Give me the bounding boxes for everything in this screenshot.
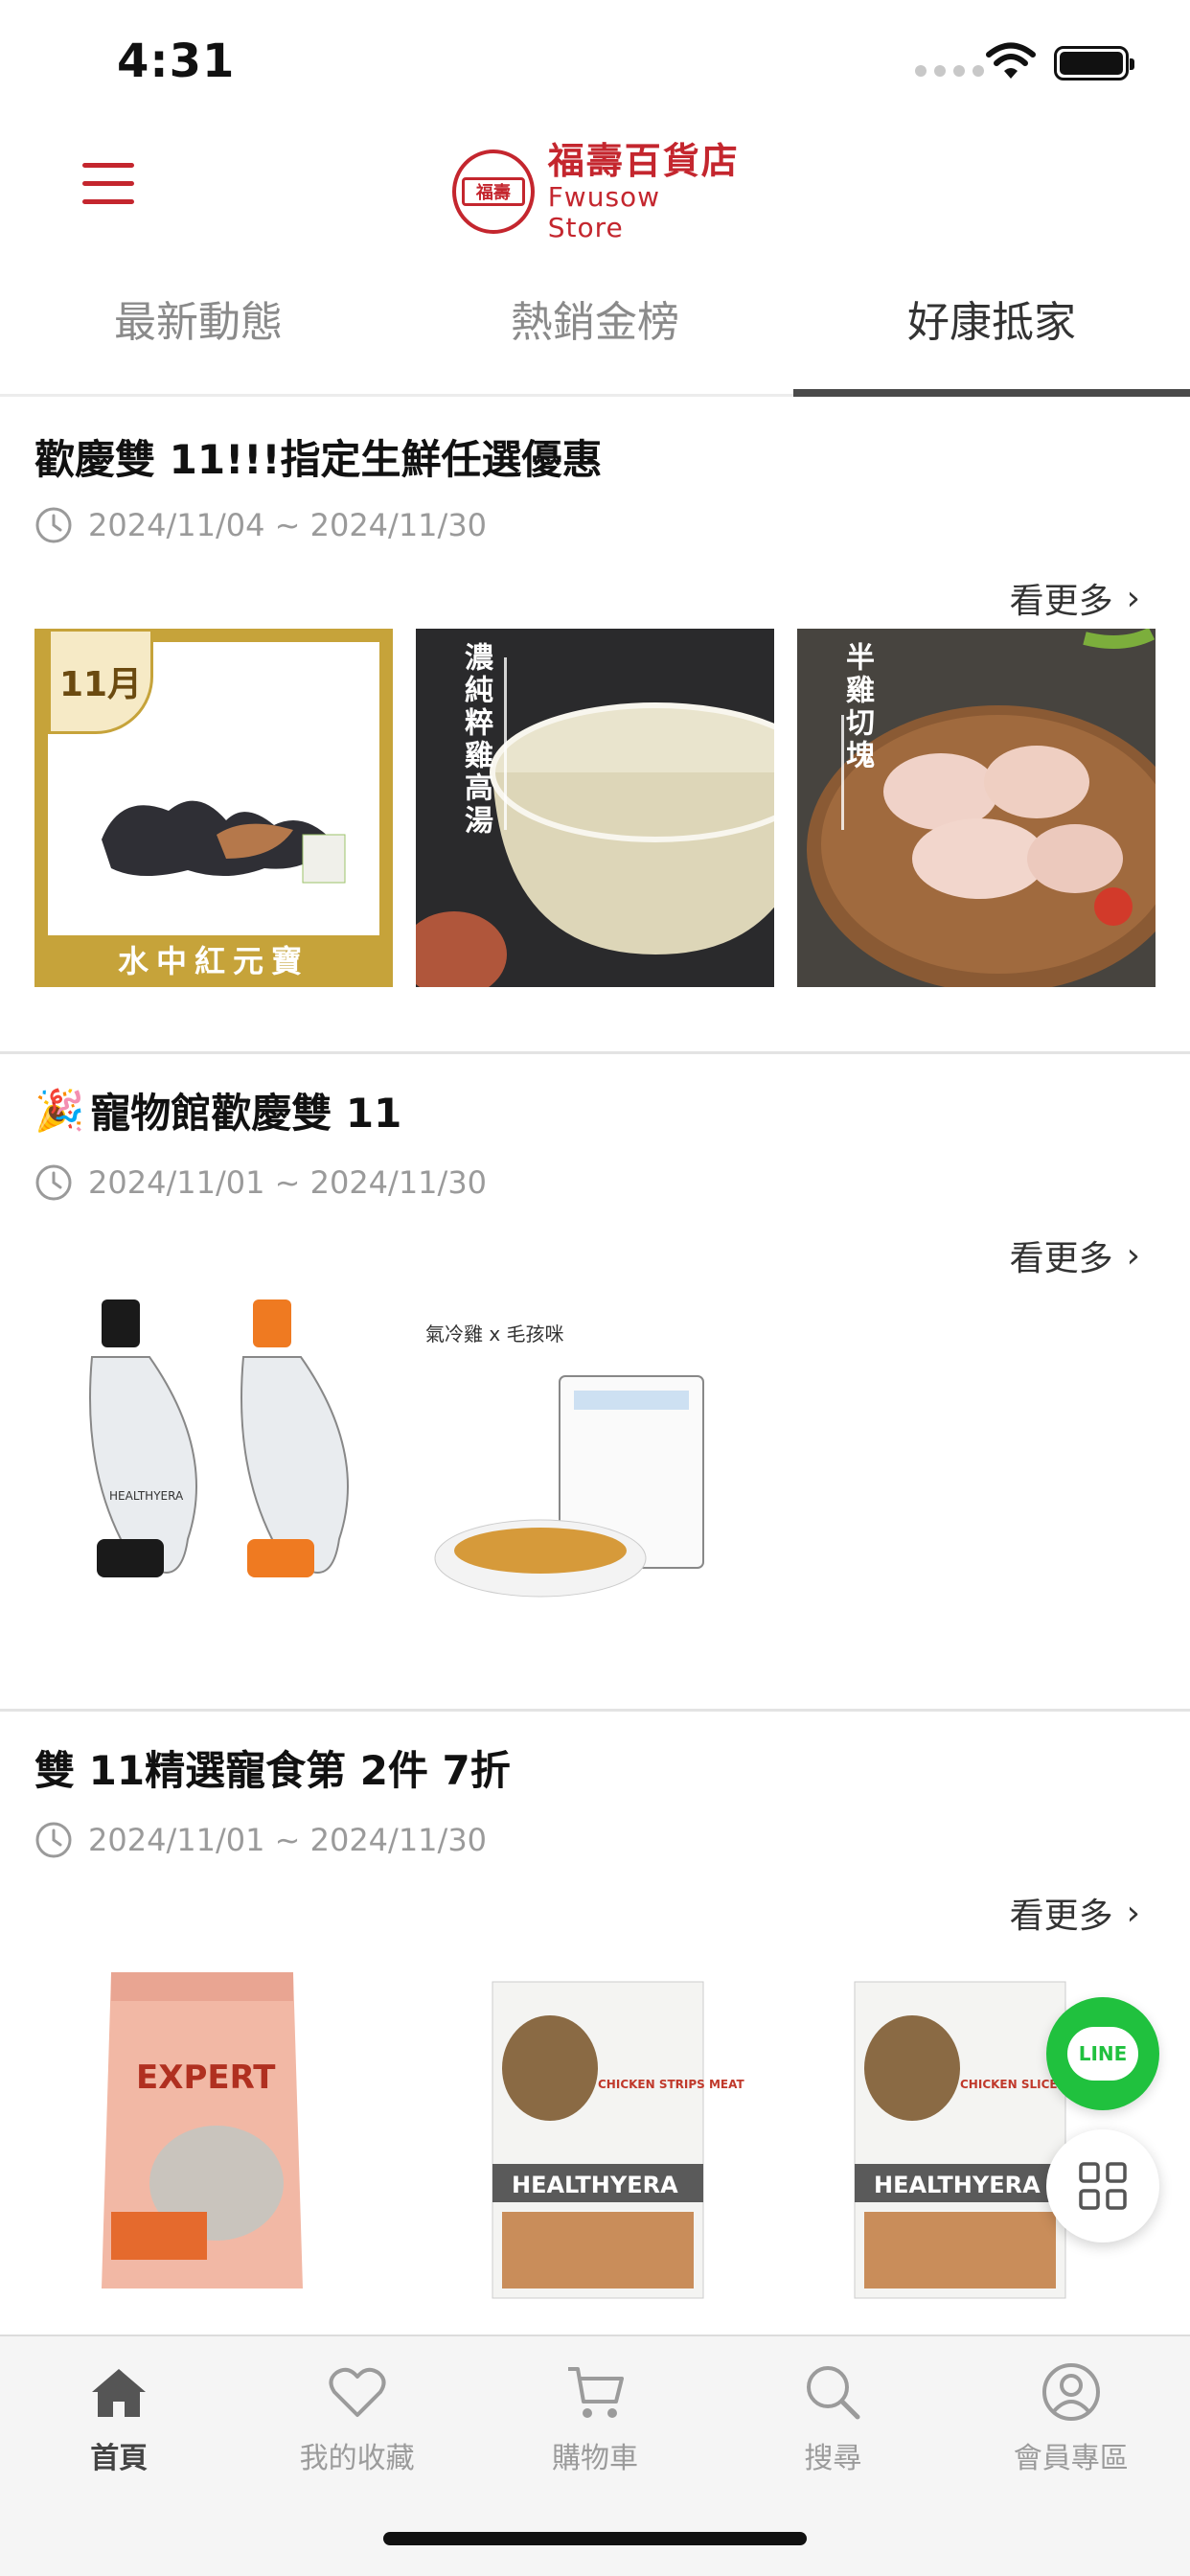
pet-water-bottles-image (89, 1300, 349, 1577)
app-header: 福壽 福壽百貨店 Fwusow Store (0, 134, 1190, 249)
product-label: 半雞切塊 (840, 642, 874, 772)
nav-favorites[interactable]: 我的收藏 (238, 2336, 475, 2509)
see-more-link[interactable]: 看更多 › (1010, 1888, 1140, 1938)
nav-label: 購物車 (551, 2442, 638, 2475)
promo-date-text: 2024/11/01 ~ 2024/11/30 (88, 1822, 488, 1858)
clock-icon (35, 507, 72, 543)
category-tabs: 最新動態 熱銷金榜 好康抵家 (0, 278, 1190, 397)
pet-food-promo-section: 雙 11精選寵食第 2件 7折 2024/11/01 ~ 2024/11/30 … (0, 1712, 1190, 2334)
product-caption: 水中紅元寶 (117, 943, 309, 979)
search-icon (807, 2366, 860, 2420)
chevron-right-icon: › (1126, 1893, 1140, 1933)
logo-english-name: Fwusow Store (547, 181, 661, 243)
product-thumb-half-chicken[interactable]: 半雞切塊 (797, 629, 1156, 987)
nav-search[interactable]: 搜尋 (714, 2336, 951, 2509)
nav-home[interactable]: 首頁 (0, 2336, 238, 2509)
product-thumbnails: 11月 台南 - 官田 水中紅元寶 濃純粹雞高湯 半雞切塊 (34, 629, 1156, 987)
promo-date-text: 2024/11/04 ~ 2024/11/30 (88, 507, 488, 543)
product-label: 濃純粹雞高湯 (459, 642, 492, 838)
product-name: CHICKEN STRIPS MEAT (598, 2078, 744, 2091)
line-icon: LINE (1067, 2027, 1138, 2081)
promo-title[interactable]: 🎉 寵物館歡慶雙 11 (34, 1081, 401, 1139)
promo-title[interactable]: 雙 11精選寵食第 2件 7折 (34, 1738, 511, 1797)
nav-label: 首頁 (90, 2442, 149, 2475)
party-popper-icon: 🎉 (34, 1086, 85, 1134)
chicken-essence-image (434, 1375, 704, 1598)
nav-label: 我的收藏 (299, 2442, 415, 2475)
status-bar: 4:31 (0, 0, 1190, 134)
promo-title[interactable]: 歡慶雙 11!!!指定生鮮任選優惠 (34, 427, 603, 486)
brand-label: HEALTHYERA (109, 1489, 184, 1503)
promo-date: 2024/11/01 ~ 2024/11/30 (34, 1163, 487, 1202)
cat-food-bag-image (102, 1972, 303, 2288)
product-thumb-chicken-strips[interactable]: CHICKEN STRIPS MEAT HEALTHYERA (416, 1963, 774, 2321)
store-logo[interactable]: 福壽 福壽百貨店 Fwusow Store (452, 140, 740, 243)
clock-icon (35, 1822, 72, 1858)
chevron-right-icon: › (1126, 1235, 1140, 1276)
promo-date: 2024/11/01 ~ 2024/11/30 (34, 1821, 487, 1859)
user-icon (1041, 2363, 1100, 2421)
clock-icon (35, 1164, 72, 1201)
product-thumb-chicken-broth[interactable]: 濃純粹雞高湯 (416, 629, 774, 987)
promo-date-text: 2024/11/01 ~ 2024/11/30 (88, 1164, 488, 1201)
origin-label: 台南 - 官田 (178, 642, 330, 671)
tab-best-sellers[interactable]: 熱銷金榜 (397, 278, 793, 394)
brand-label: EXPERT (136, 2058, 276, 2097)
product-thumb-water-caltrop[interactable]: 11月 台南 - 官田 水中紅元寶 (34, 629, 393, 987)
pet-promo-section: 🎉 寵物館歡慶雙 11 2024/11/01 ~ 2024/11/30 看更多 ›… (0, 1054, 1190, 1712)
nav-label: 搜尋 (804, 2442, 862, 2475)
heart-icon (329, 2367, 386, 2417)
promo-section: 歡慶雙 11!!!指定生鮮任選優惠 2024/11/04 ~ 2024/11/3… (0, 397, 1190, 1054)
product-thumb-water-bottles[interactable]: HEALTHYERA (34, 1300, 393, 1658)
grid-icon (1079, 2162, 1127, 2210)
cart-icon (567, 2367, 624, 2418)
product-thumbnails: EXPERT CHICKEN STRIPS MEAT HEALTHYERA CH… (34, 1963, 1156, 2321)
see-more-link[interactable]: 看更多 › (1010, 573, 1140, 623)
status-time: 4:31 (117, 34, 236, 88)
water-caltrop-image (102, 800, 346, 884)
product-thumb-expert-cat-food[interactable]: EXPERT (34, 1963, 393, 2321)
battery-icon (1054, 46, 1134, 80)
nav-cart[interactable]: 購物車 (476, 2336, 714, 2509)
promo-date: 2024/11/04 ~ 2024/11/30 (34, 506, 487, 544)
logo-chinese-name: 福壽百貨店 (547, 140, 740, 182)
see-more-link[interactable]: 看更多 › (1010, 1230, 1140, 1280)
home-icon (92, 2369, 147, 2417)
line-chat-button[interactable]: LINE (1046, 1997, 1159, 2110)
logo-seal-icon: 福壽 (452, 150, 535, 234)
quick-menu-button[interactable] (1046, 2129, 1159, 2242)
home-indicator (383, 2532, 807, 2545)
nav-label: 會員專區 (1013, 2442, 1129, 2475)
brand-label: HEALTHYERA (512, 2172, 678, 2198)
product-thumbnails: HEALTHYERA 氣冷雞 x 毛孩咪 (34, 1300, 774, 1658)
hamburger-menu-icon[interactable] (82, 163, 134, 209)
product-thumb-chicken-essence[interactable]: 氣冷雞 x 毛孩咪 (416, 1300, 774, 1658)
dog-treat-bag-image (492, 1981, 704, 2299)
wifi-icon (986, 42, 1036, 79)
chevron-right-icon: › (1126, 578, 1140, 618)
cellular-signal-icon (915, 65, 984, 77)
tab-deals[interactable]: 好康抵家 (793, 278, 1190, 397)
tab-latest-news[interactable]: 最新動態 (0, 278, 397, 394)
nav-member[interactable]: 會員專區 (952, 2336, 1190, 2509)
brand-label: HEALTHYERA (874, 2172, 1041, 2198)
